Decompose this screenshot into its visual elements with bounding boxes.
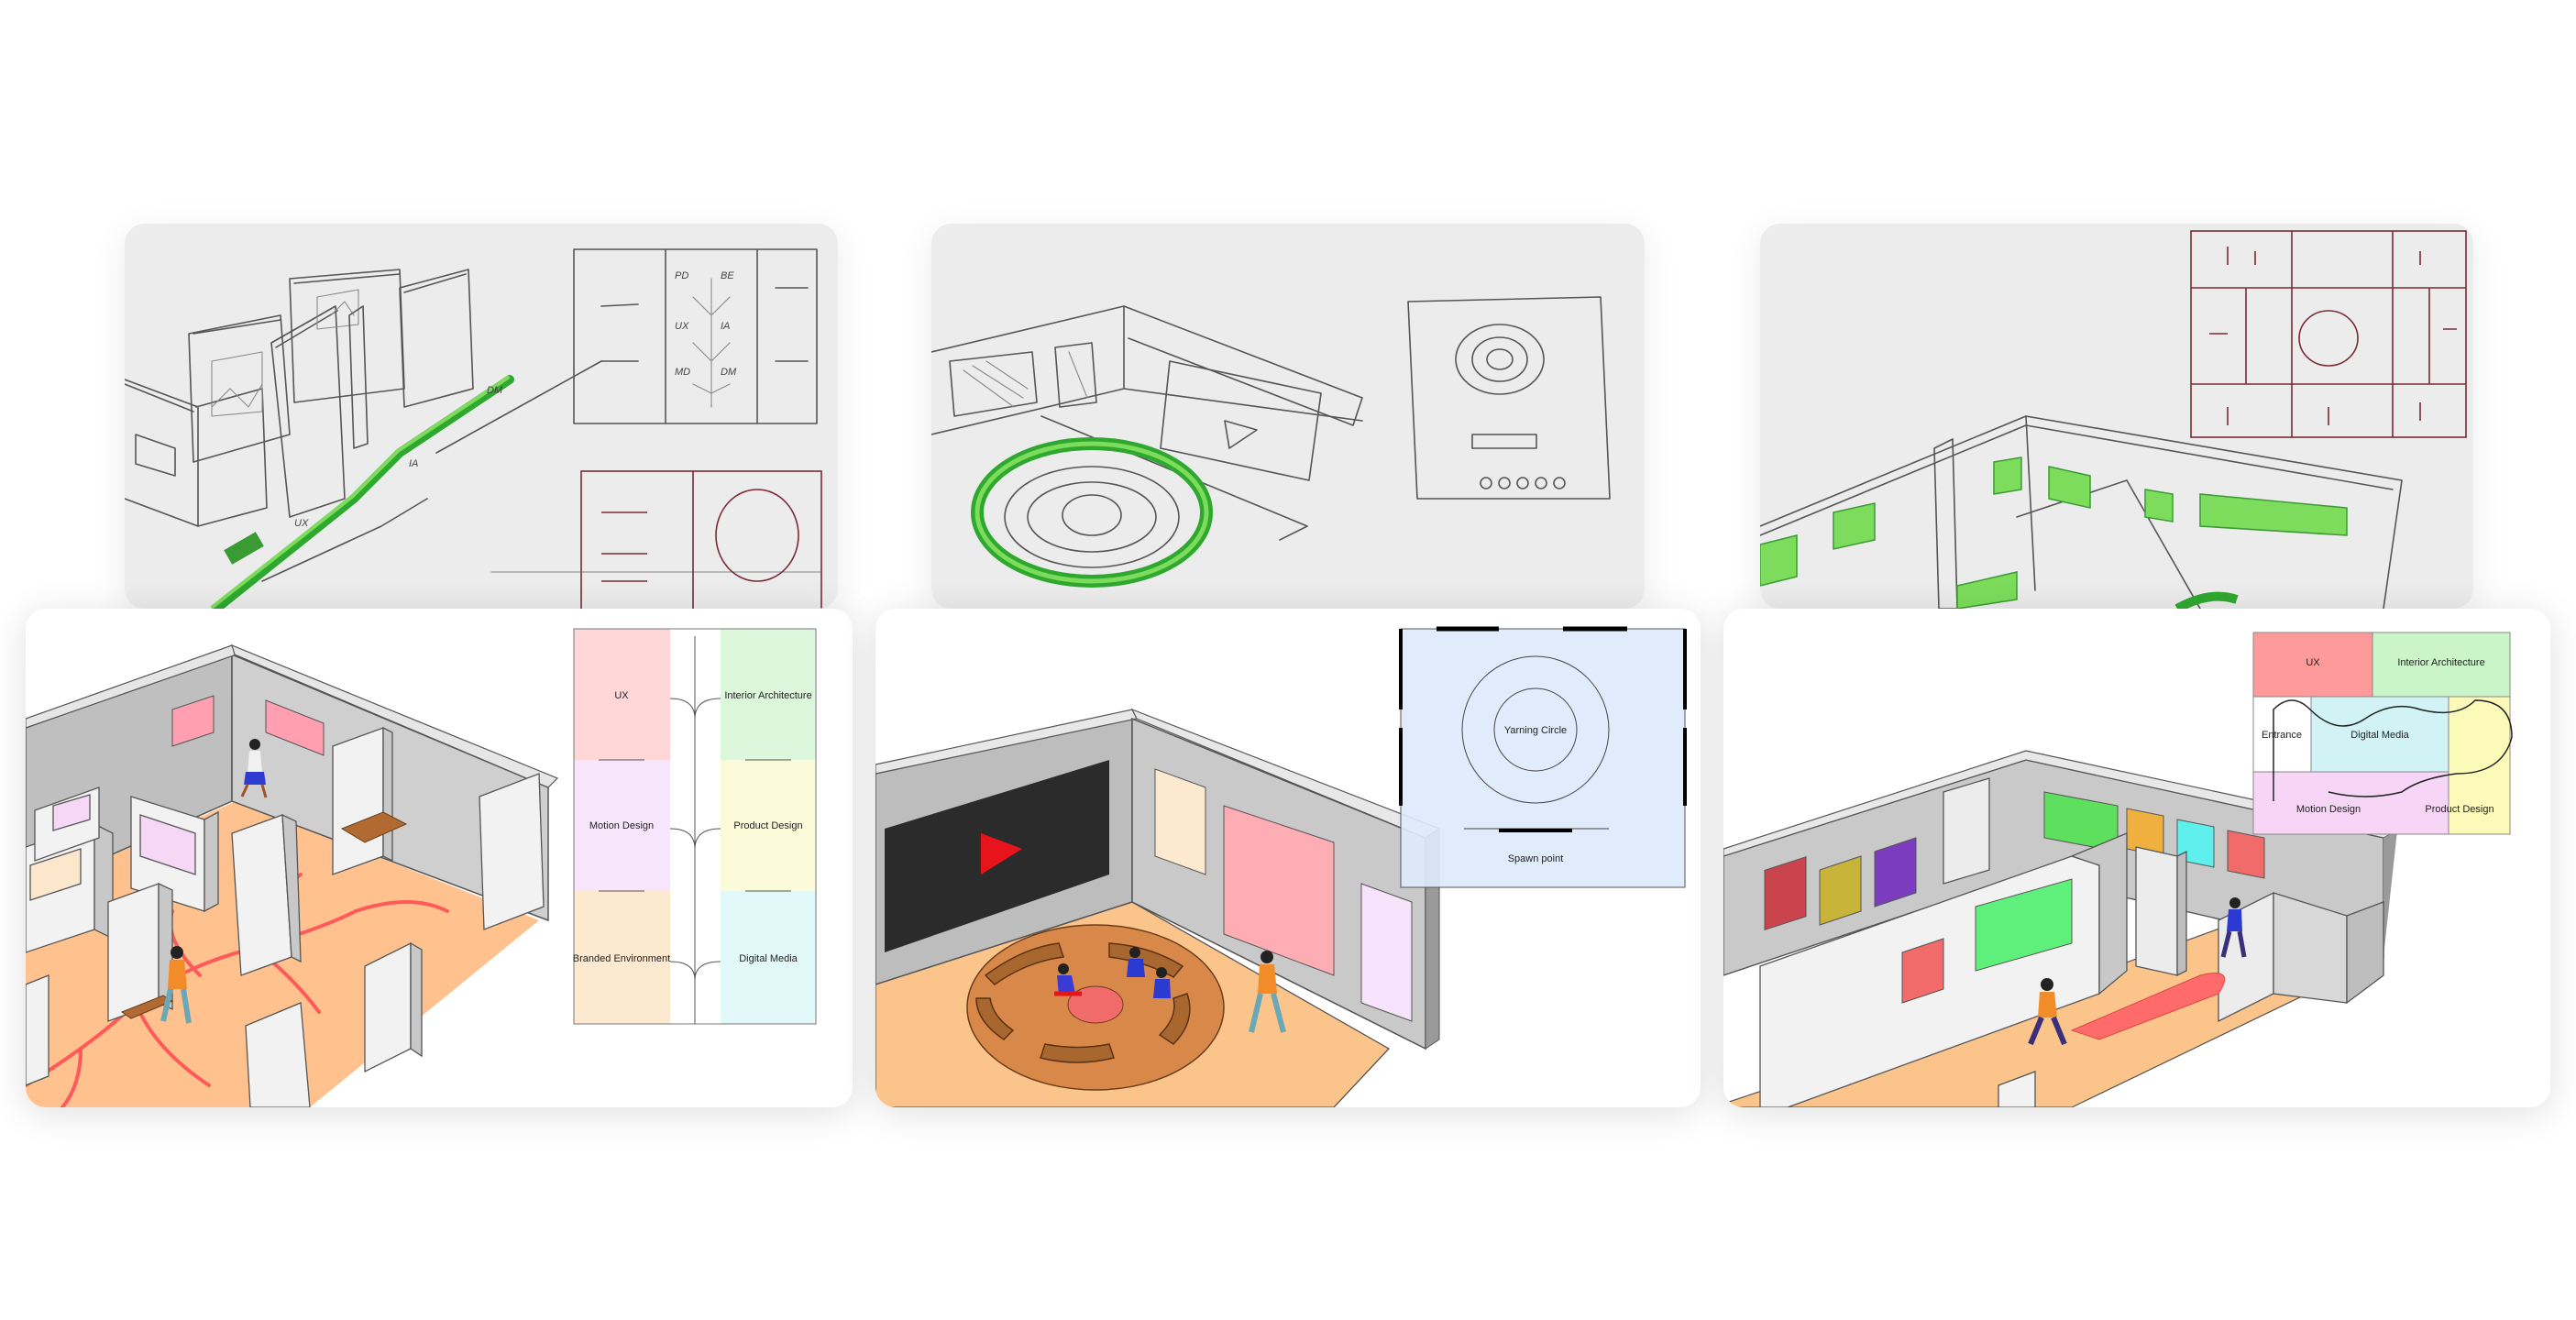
gallery-layout-illustration-card: UX Interior Architecture Entrance Digita… (1723, 609, 2550, 1107)
layout-zone-motion-design: Motion Design (2296, 804, 2361, 815)
zone-label-branded-environment: Branded Environment (573, 953, 670, 964)
yarning-circle-illustration-card: Yarning Circle Spawn point (875, 609, 1701, 1107)
yarning-circle-illustration: Yarning Circle Spawn point (875, 626, 1687, 1107)
svg-text:UX: UX (294, 518, 309, 529)
sketch-card-2 (931, 224, 1645, 609)
sketch-card-3 (1760, 224, 2473, 609)
sketch-label-ux: UX (675, 321, 689, 332)
zone-label-digital-media: Digital Media (739, 953, 798, 964)
sketch-card-1: UX IA DM PD BE UX IA MD DM (125, 224, 838, 609)
sketch-2-drawing (931, 296, 1611, 588)
zone-label-product-design: Product Design (733, 820, 802, 831)
layout-zone-interior-architecture: Interior Architecture (2397, 657, 2484, 668)
layout-zone-product-design: Product Design (2425, 804, 2493, 815)
zone-map: UX Interior Architecture Motion Design P… (573, 628, 817, 1025)
zone-label-motion-design: Motion Design (589, 820, 654, 831)
zone-label-ux: UX (614, 690, 629, 701)
svg-text:DM: DM (487, 385, 503, 396)
layout-zone-map: UX Interior Architecture Entrance Digita… (2252, 632, 2513, 835)
overview-illustration: UX Interior Architecture Motion Design P… (26, 628, 817, 1107)
sketch-label-ia: IA (721, 321, 730, 332)
sketch-1-drawing: UX IA DM PD BE UX IA MD DM (125, 248, 822, 609)
layout-zone-ux: UX (2306, 657, 2320, 668)
layout-zone-entrance: Entrance (2262, 730, 2302, 741)
sketch-label-dm: DM (721, 367, 737, 378)
sketch-label-pd: PD (675, 270, 688, 281)
gallery-layout-illustration: UX Interior Architecture Entrance Digita… (1723, 632, 2513, 1107)
spawn-point-label: Spawn point (1508, 853, 1564, 864)
zone-label-interior-architecture: Interior Architecture (724, 690, 811, 701)
sketch-label-be: BE (721, 270, 734, 281)
sketch-3-drawing (1760, 230, 2467, 609)
svg-text:IA: IA (409, 458, 418, 469)
spawn-map: Yarning Circle Spawn point (1399, 626, 1687, 888)
yarning-circle-label: Yarning Circle (1504, 725, 1567, 736)
layout-zone-digital-media: Digital Media (2350, 730, 2409, 741)
sketch-label-md: MD (675, 367, 690, 378)
overview-illustration-card: UX Interior Architecture Motion Design P… (26, 609, 853, 1107)
